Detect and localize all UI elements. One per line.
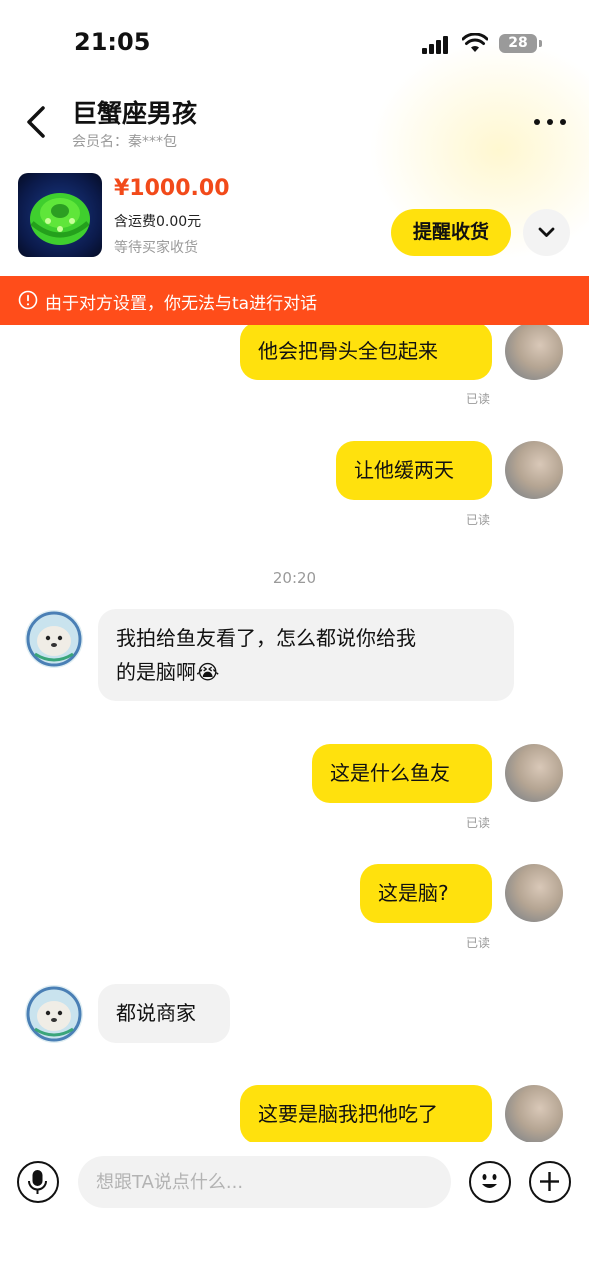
status-time: 21:05 [74, 28, 151, 56]
avatar[interactable] [25, 610, 83, 668]
remind-receipt-button[interactable]: 提醒收货 [391, 209, 511, 256]
battery-indicator: 28 [499, 34, 537, 53]
microphone-icon [28, 1170, 47, 1194]
more-options-icon[interactable] [530, 108, 570, 136]
read-receipt: 已读 [466, 816, 491, 830]
message-bubble[interactable]: 我拍给鱼友看了，怎么都说你给我 的是脑啊😭 [98, 609, 514, 701]
banner-text: 由于对方设置，你无法与ta进行对话 [45, 294, 318, 314]
expand-button[interactable] [523, 209, 570, 256]
avatar[interactable] [505, 1085, 563, 1143]
avatar[interactable] [505, 744, 563, 802]
product-thumbnail[interactable] [18, 173, 102, 257]
plus-icon [540, 1172, 559, 1191]
avatar[interactable] [505, 864, 563, 922]
plus-button[interactable] [529, 1161, 571, 1203]
warning-circle-icon [18, 290, 38, 310]
avatar[interactable] [505, 322, 563, 380]
chevron-down-icon [538, 227, 555, 237]
emoji-button[interactable] [469, 1161, 511, 1203]
avatar[interactable] [505, 441, 563, 499]
back-arrow-icon[interactable] [22, 104, 52, 140]
message-bubble[interactable]: 这是脑? [360, 864, 492, 923]
member-name: 会员名：秦***包 [72, 134, 177, 150]
chat-screen: 21:05 28 巨蟹座男孩 会员名：秦***包 ¥1000.00 含运费0.0… [0, 0, 589, 1278]
avatar[interactable] [25, 985, 83, 1043]
restriction-banner: 由于对方设置，你无法与ta进行对话 [0, 276, 589, 325]
battery-cap [539, 40, 542, 47]
cellular-signal-icon [422, 34, 452, 54]
message-input[interactable] [78, 1156, 451, 1208]
message-bubble[interactable]: 他会把骨头全包起来 [240, 322, 492, 380]
smiley-icon [482, 1174, 497, 1188]
read-receipt: 已读 [466, 513, 491, 527]
message-bubble[interactable]: 让他缓两天 [336, 441, 492, 500]
read-receipt: 已读 [466, 392, 491, 406]
wifi-icon [462, 33, 488, 52]
message-line: 的是脑啊😭 [116, 660, 220, 684]
voice-button[interactable] [17, 1161, 59, 1203]
message-bubble[interactable]: 都说商家 [98, 984, 230, 1043]
message-bubble[interactable]: 这是什么鱼友 [312, 744, 492, 803]
chat-title: 巨蟹座男孩 [72, 99, 198, 128]
read-receipt: 已读 [466, 936, 491, 950]
shipping-fee: 含运费0.00元 [114, 214, 202, 230]
time-divider: 20:20 [272, 569, 317, 587]
order-status: 等待买家收货 [114, 240, 198, 256]
product-price: ¥1000.00 [114, 176, 230, 201]
message-bubble[interactable]: 这要是脑我把他吃了 [240, 1085, 492, 1144]
message-line: 我拍给鱼友看了，怎么都说你给我 [116, 626, 416, 650]
